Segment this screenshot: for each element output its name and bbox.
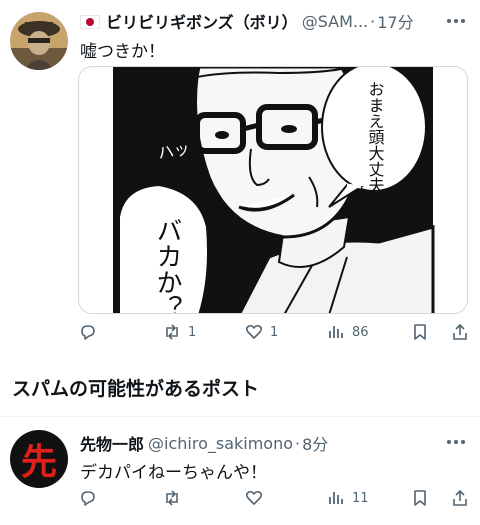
views-count: 11 — [352, 490, 369, 506]
post-action-bar: 11 — [78, 488, 470, 512]
heart-icon — [245, 324, 263, 339]
more-options-icon[interactable] — [447, 19, 465, 23]
bookmark-icon — [414, 324, 426, 340]
repost-icon — [166, 490, 178, 506]
separator-dot: · — [370, 11, 376, 31]
views-icon — [329, 492, 343, 504]
manga-bubble-left-text: バカか？ — [152, 217, 182, 314]
repost-icon — [166, 324, 178, 340]
heart-icon — [245, 490, 263, 505]
repost-count: 1 — [188, 324, 197, 340]
reply-icon — [81, 491, 95, 506]
display-name[interactable]: 先物一郎 — [80, 431, 144, 455]
avatar[interactable] — [10, 12, 68, 70]
avatar-char: 先 — [20, 442, 57, 483]
share-button[interactable] — [450, 488, 470, 508]
bookmark-button[interactable] — [410, 488, 430, 508]
views-icon — [329, 326, 343, 338]
section-divider — [0, 416, 480, 417]
display-name[interactable]: ビリビリギボンズ（ボリ） — [106, 9, 298, 33]
like-button[interactable]: 1 — [244, 322, 278, 342]
timestamp[interactable]: 8分 — [302, 431, 328, 455]
share-button[interactable] — [450, 322, 470, 342]
timestamp[interactable]: 17分 — [377, 9, 413, 33]
post-action-bar: 1 1 86 — [78, 322, 470, 346]
reply-button[interactable] — [78, 322, 104, 342]
post-2[interactable]: 先 先物一郎 @ichiro_sakimono · 8分 デカパイねーちゃんや！ — [0, 418, 480, 525]
views-button[interactable]: 11 — [326, 488, 369, 508]
like-button[interactable] — [244, 488, 270, 508]
manga-illustration: ハッ バカか？ おまえ頭大丈夫か？ — [113, 67, 435, 314]
post-text: 嘘つきか！ — [80, 42, 165, 62]
more-options-icon[interactable] — [447, 440, 465, 444]
post-media-image[interactable]: ハッ バカか？ おまえ頭大丈夫か？ — [78, 66, 468, 314]
views-count: 86 — [352, 324, 369, 340]
share-icon — [453, 489, 467, 506]
separator-dot: · — [295, 433, 301, 453]
bookmark-icon — [414, 490, 426, 506]
repost-button[interactable] — [162, 488, 188, 508]
handle[interactable]: @ichiro_sakimono — [148, 434, 293, 453]
reply-icon — [81, 325, 95, 340]
post-text: デカパイねーちゃんや！ — [80, 463, 267, 483]
manga-bubble-top-text: おまえ頭大丈夫か？ — [366, 81, 385, 225]
repost-button[interactable]: 1 — [162, 322, 196, 342]
bookmark-button[interactable] — [410, 322, 430, 342]
avatar-image — [10, 12, 68, 70]
avatar[interactable]: 先 — [10, 430, 68, 488]
like-count: 1 — [270, 324, 279, 340]
handle[interactable]: @SAM... — [302, 12, 368, 31]
japan-flag-icon — [79, 14, 101, 30]
spam-section-title: スパムの可能性があるポスト — [12, 378, 260, 400]
post-1[interactable]: ビリビリギボンズ（ボリ） @SAM... · 17分 嘘つきか！ ハッ バカか？… — [0, 0, 480, 350]
reply-button[interactable] — [78, 488, 104, 508]
share-icon — [453, 323, 467, 340]
views-button[interactable]: 86 — [326, 322, 369, 342]
